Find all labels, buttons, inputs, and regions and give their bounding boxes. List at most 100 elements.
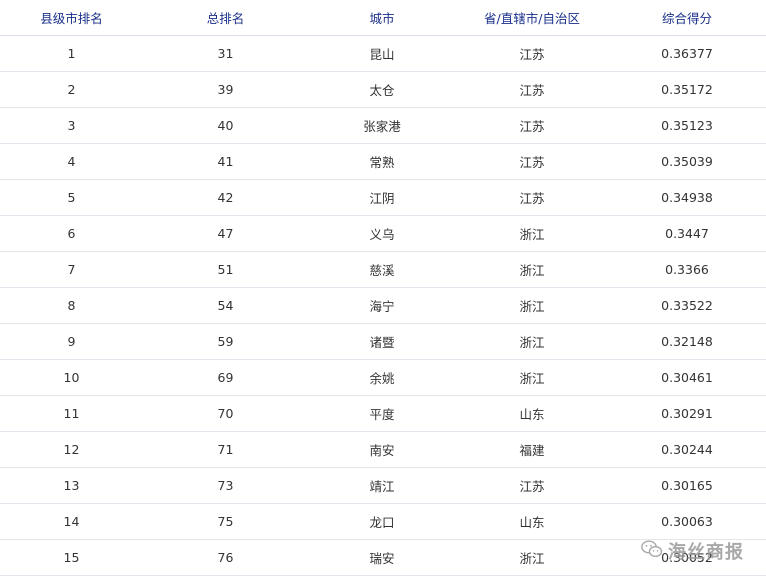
- cell-score: 0.3447: [608, 215, 766, 252]
- cell-overall-rank: 70: [143, 395, 308, 432]
- cell-province: 山东: [456, 395, 608, 432]
- cell-province: 山东: [456, 503, 608, 540]
- cell-score: 0.35123: [608, 107, 766, 144]
- cell-overall-rank: 73: [143, 467, 308, 504]
- cell-score: 0.35172: [608, 71, 766, 108]
- cell-overall-rank: 76: [143, 539, 308, 576]
- cell-city: 诸暨: [308, 323, 456, 360]
- cell-city: 太仓: [308, 71, 456, 108]
- cell-score: 0.30063: [608, 503, 766, 540]
- table-row: 9 59 诸暨 浙江 0.32148: [0, 323, 766, 360]
- cell-city: 常熟: [308, 143, 456, 180]
- cell-province: 浙江: [456, 323, 608, 360]
- cell-overall-rank: 40: [143, 107, 308, 144]
- cell-county-rank: 5: [0, 179, 143, 216]
- cell-score: 0.30244: [608, 431, 766, 468]
- table-row: 13 73 靖江 江苏 0.30165: [0, 467, 766, 504]
- cell-score: 0.35039: [608, 143, 766, 180]
- table-row: 3 40 张家港 江苏 0.35123: [0, 107, 766, 144]
- cell-overall-rank: 41: [143, 143, 308, 180]
- table-row: 5 42 江阴 江苏 0.34938: [0, 179, 766, 216]
- cell-county-rank: 12: [0, 431, 143, 468]
- cell-score: 0.30461: [608, 359, 766, 396]
- header-county-rank: 县级市排名: [0, 0, 143, 36]
- cell-county-rank: 1: [0, 35, 143, 72]
- cell-city: 龙口: [308, 503, 456, 540]
- cell-city: 江阴: [308, 179, 456, 216]
- cell-city: 昆山: [308, 35, 456, 72]
- cell-overall-rank: 47: [143, 215, 308, 252]
- ranking-table: 县级市排名 总排名 城市 省/直辖市/自治区 综合得分 1 31 昆山 江苏 0.363…: [0, 0, 766, 576]
- cell-county-rank: 2: [0, 71, 143, 108]
- cell-province: 江苏: [456, 179, 608, 216]
- cell-county-rank: 15: [0, 539, 143, 576]
- cell-overall-rank: 75: [143, 503, 308, 540]
- header-row: 县级市排名 总排名 城市 省/直辖市/自治区 综合得分: [0, 0, 766, 36]
- header-score: 综合得分: [608, 0, 766, 36]
- cell-overall-rank: 31: [143, 35, 308, 72]
- cell-city: 南安: [308, 431, 456, 468]
- cell-county-rank: 3: [0, 107, 143, 144]
- cell-province: 江苏: [456, 467, 608, 504]
- cell-province: 浙江: [456, 287, 608, 324]
- cell-county-rank: 4: [0, 143, 143, 180]
- cell-city: 靖江: [308, 467, 456, 504]
- table-row: 8 54 海宁 浙江 0.33522: [0, 287, 766, 324]
- table-row: 7 51 慈溪 浙江 0.3366: [0, 251, 766, 288]
- cell-overall-rank: 39: [143, 71, 308, 108]
- cell-score: 0.32148: [608, 323, 766, 360]
- cell-overall-rank: 42: [143, 179, 308, 216]
- cell-city: 张家港: [308, 107, 456, 144]
- cell-province: 福建: [456, 431, 608, 468]
- table-header: 县级市排名 总排名 城市 省/直辖市/自治区 综合得分: [0, 0, 766, 36]
- cell-city: 义乌: [308, 215, 456, 252]
- watermark: 海丝商报: [641, 538, 744, 564]
- cell-score: 0.36377: [608, 35, 766, 72]
- cell-score: 0.30165: [608, 467, 766, 504]
- table-row: 14 75 龙口 山东 0.30063: [0, 503, 766, 540]
- table-row: 1 31 昆山 江苏 0.36377: [0, 35, 766, 72]
- cell-overall-rank: 71: [143, 431, 308, 468]
- cell-county-rank: 14: [0, 503, 143, 540]
- cell-score: 0.30291: [608, 395, 766, 432]
- cell-county-rank: 7: [0, 251, 143, 288]
- cell-city: 慈溪: [308, 251, 456, 288]
- cell-overall-rank: 59: [143, 323, 308, 360]
- table-body: 1 31 昆山 江苏 0.36377 2 39 太仓 江苏 0.35172 3 40 张家港 江苏 0.35…: [0, 35, 766, 576]
- cell-county-rank: 13: [0, 467, 143, 504]
- cell-province: 浙江: [456, 359, 608, 396]
- cell-province: 浙江: [456, 215, 608, 252]
- table-row: 12 71 南安 福建 0.30244: [0, 431, 766, 468]
- cell-province: 浙江: [456, 251, 608, 288]
- cell-province: 江苏: [456, 35, 608, 72]
- cell-county-rank: 8: [0, 287, 143, 324]
- cell-county-rank: 10: [0, 359, 143, 396]
- cell-province: 浙江: [456, 539, 608, 576]
- cell-score: 0.34938: [608, 179, 766, 216]
- header-province: 省/直辖市/自治区: [456, 0, 608, 36]
- table-row: 4 41 常熟 江苏 0.35039: [0, 143, 766, 180]
- cell-city: 海宁: [308, 287, 456, 324]
- cell-county-rank: 11: [0, 395, 143, 432]
- table-row: 2 39 太仓 江苏 0.35172: [0, 71, 766, 108]
- cell-county-rank: 6: [0, 215, 143, 252]
- cell-score: 0.3366: [608, 251, 766, 288]
- table-row: 10 69 余姚 浙江 0.30461: [0, 359, 766, 396]
- cell-county-rank: 9: [0, 323, 143, 360]
- table-row: 6 47 义乌 浙江 0.3447: [0, 215, 766, 252]
- cell-province: 江苏: [456, 143, 608, 180]
- watermark-text: 海丝商报: [668, 542, 744, 563]
- cell-overall-rank: 54: [143, 287, 308, 324]
- cell-city: 瑞安: [308, 539, 456, 576]
- cell-score: 0.33522: [608, 287, 766, 324]
- cell-province: 江苏: [456, 107, 608, 144]
- cell-overall-rank: 69: [143, 359, 308, 396]
- table-row: 11 70 平度 山东 0.30291: [0, 395, 766, 432]
- cell-overall-rank: 51: [143, 251, 308, 288]
- header-city: 城市: [308, 0, 456, 36]
- cell-city: 平度: [308, 395, 456, 432]
- cell-city: 余姚: [308, 359, 456, 396]
- wechat-icon: [641, 540, 663, 562]
- cell-province: 江苏: [456, 71, 608, 108]
- header-overall-rank: 总排名: [143, 0, 308, 36]
